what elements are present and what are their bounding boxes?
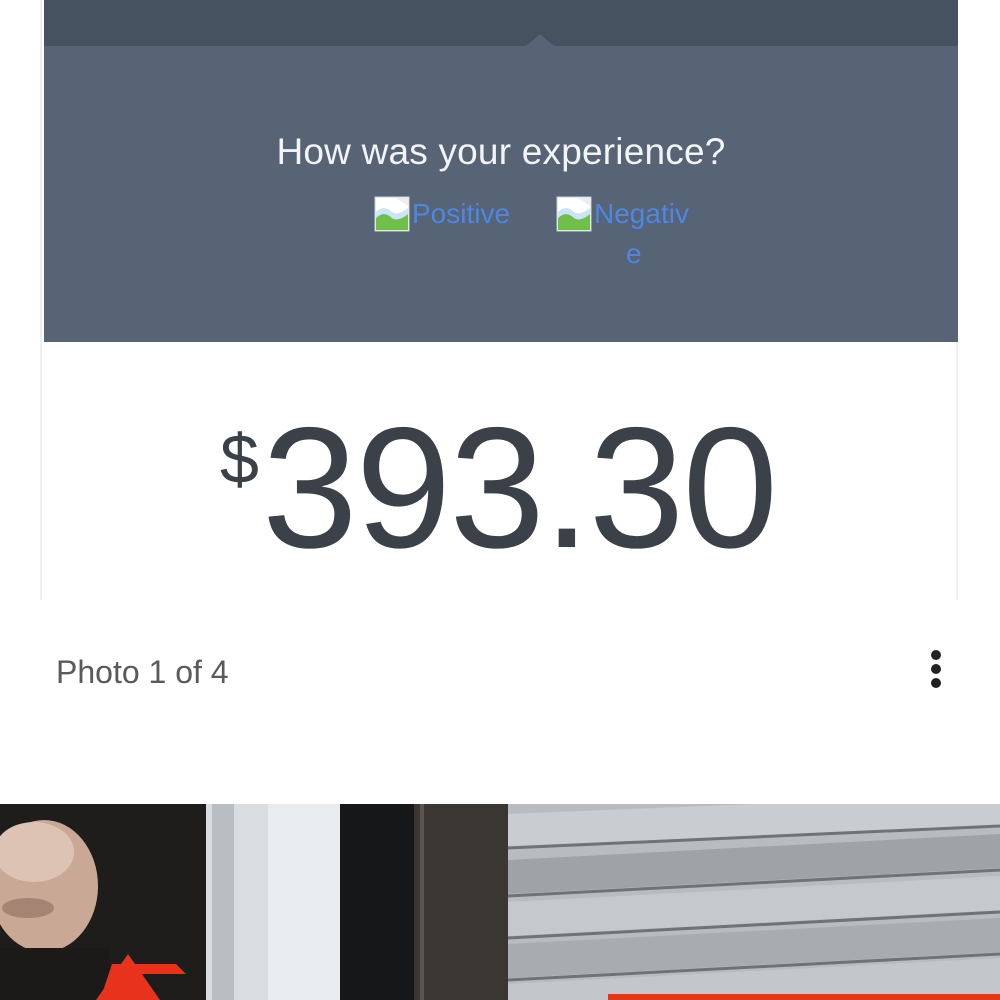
photo-counter: Photo 1 of 4 [56, 654, 229, 690]
feedback-negative-label-tail: e [626, 238, 642, 269]
feedback-positive-link[interactable]: Positive [374, 194, 510, 234]
photo-strip [0, 804, 1000, 1000]
broken-image-icon [374, 196, 410, 232]
feedback-negative-link[interactable]: Negativ e [556, 194, 716, 269]
feedback-links: Positive Negativ e [332, 194, 732, 274]
card-header-bar [44, 0, 958, 46]
broken-image-icon [556, 196, 592, 232]
currency-symbol: $ [220, 420, 259, 498]
feedback-panel: How was your experience? Positive Negati… [44, 34, 958, 342]
amount-value: 393.30 [262, 392, 778, 584]
page: How was your experience? Positive Negati… [0, 0, 1000, 1000]
receipt-card: How was your experience? Positive Negati… [40, 0, 958, 600]
feedback-positive-label: Positive [412, 198, 511, 229]
photo-thumbnail-right[interactable] [508, 804, 1000, 1000]
feedback-question: How was your experience? [276, 131, 726, 172]
feedback-negative-label: Negativ [594, 198, 689, 229]
amount-area: $ 393.30 [42, 342, 956, 600]
photo-viewer-bar: Photo 1 of 4 [0, 600, 1000, 740]
photo-thumbnail-left[interactable] [0, 804, 508, 1000]
panel-pointer-notch [526, 34, 554, 46]
more-vertical-icon[interactable] [916, 644, 956, 694]
